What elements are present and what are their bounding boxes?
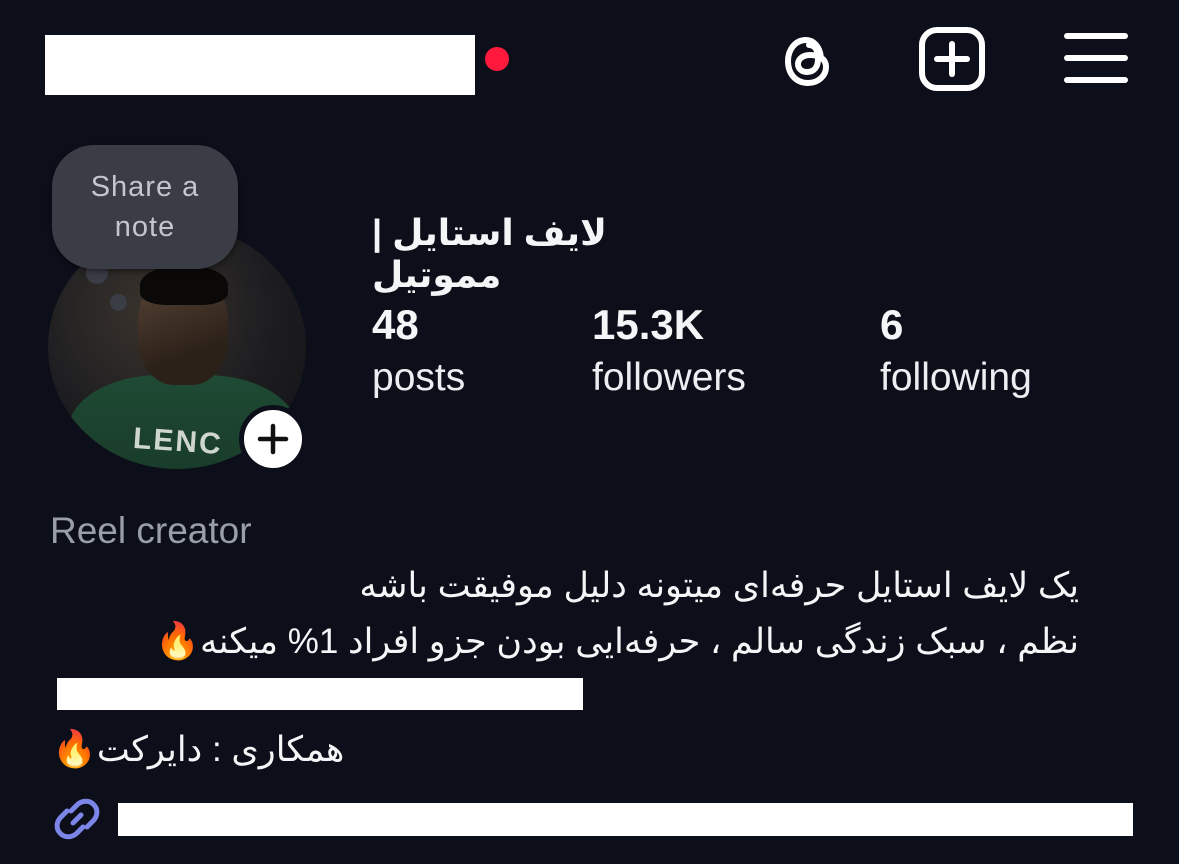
stat-posts-value: 48 — [372, 301, 419, 348]
threads-button[interactable] — [772, 26, 842, 96]
threads-icon — [784, 36, 830, 87]
profile-display-name: لایف استایل | مموتیل — [372, 212, 607, 295]
profile-category: Reel creator — [50, 510, 252, 551]
create-post-button[interactable] — [915, 24, 989, 94]
menu-icon — [1064, 33, 1128, 83]
username-redacted[interactable] — [45, 35, 475, 95]
stat-followers-value: 15.3K — [592, 301, 705, 348]
share-note-bubble[interactable]: Share a note — [52, 145, 238, 269]
fire-emoji: 🔥 — [155, 620, 200, 661]
stat-followers[interactable]: 15.3K followers — [592, 300, 746, 406]
bio-line-4-text: همکاری : دایرکت — [96, 730, 345, 769]
note-bubble-tail-small — [110, 294, 127, 311]
stat-following-value: 6 — [880, 301, 904, 348]
stat-following[interactable]: 6 following — [880, 300, 1032, 406]
fire-emoji: 🔥 — [52, 728, 97, 769]
notification-dot — [485, 47, 509, 71]
bio-line-2-text: نظم ، سبک زندگی سالم ، حرفه‌ایی بودن جزو… — [200, 622, 1079, 661]
external-link-redacted[interactable] — [118, 803, 1133, 836]
stat-posts[interactable]: 48 posts — [372, 300, 465, 406]
stat-following-label: following — [880, 356, 1032, 399]
bio-line-2: نظم ، سبک زندگی سالم ، حرفه‌ایی بودن جزو… — [155, 620, 1079, 662]
menu-button[interactable] — [1060, 28, 1132, 88]
bio-line-4: همکاری : دایرکت🔥 — [52, 728, 344, 770]
avatar-shirt-print: LENC — [131, 421, 224, 462]
bio-line-1: یک لایف استایل حرفه‌ای میتونه دلیل موفیق… — [359, 566, 1079, 605]
avatar-hair — [140, 265, 228, 305]
create-post-icon — [919, 27, 985, 91]
share-note-label: Share a note — [90, 171, 200, 243]
bio-line-3-redacted — [57, 678, 583, 710]
stat-posts-label: posts — [372, 356, 466, 399]
plus-icon — [257, 423, 289, 455]
link-icon[interactable] — [50, 792, 104, 851]
add-story-button[interactable] — [239, 405, 307, 473]
stat-followers-label: followers — [592, 356, 746, 399]
